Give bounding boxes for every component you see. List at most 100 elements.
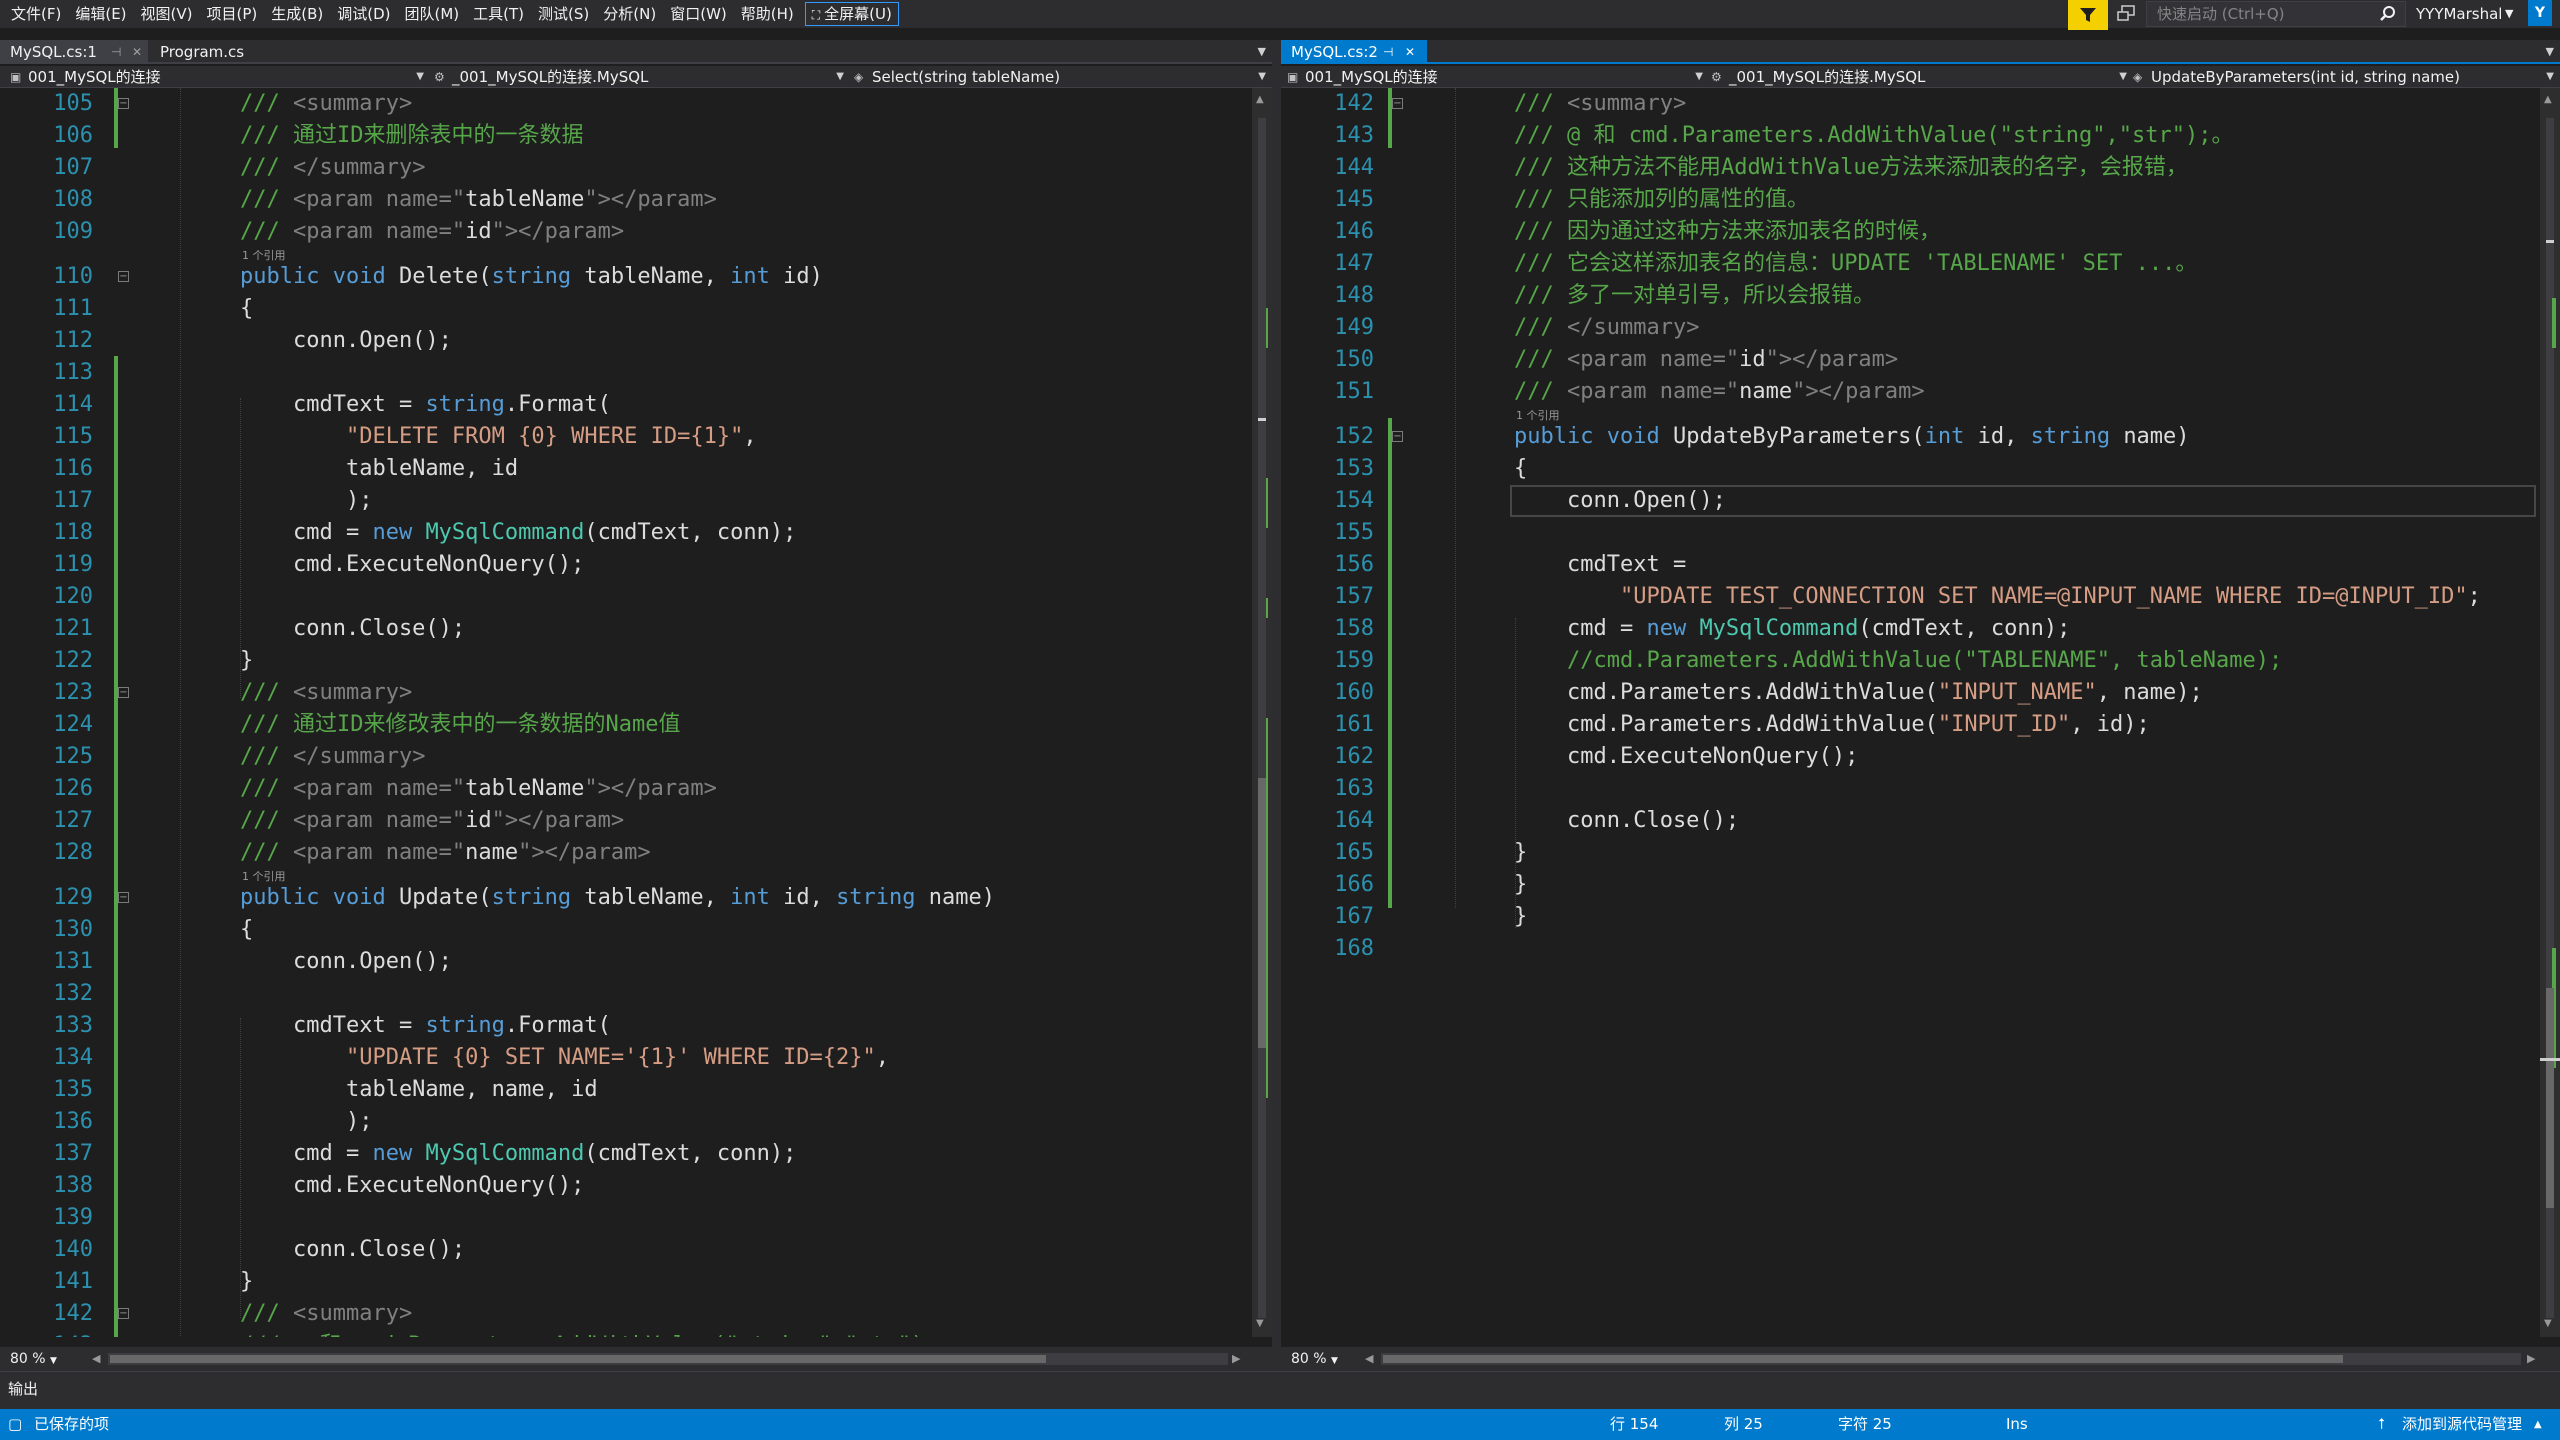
tab-overflow-icon[interactable]: ▼ — [1258, 40, 1266, 64]
code-line[interactable]: 112 conn.Open(); — [0, 325, 1252, 357]
project-dropdown[interactable]: ▣ 001_MySQL的连接 ▼ — [10, 66, 428, 88]
code-line[interactable]: 111 { — [0, 293, 1252, 325]
tab-mysql-cs-1[interactable]: MySQL.cs:1 ⊣ ✕ — [0, 40, 148, 64]
code-line[interactable]: 109 /// <param name="id"></param> — [0, 216, 1252, 248]
code-line[interactable]: 134 "UPDATE {0} SET NAME='{1}' WHERE ID=… — [0, 1042, 1252, 1074]
code-line[interactable]: 158 cmd = new MySqlCommand(cmdText, conn… — [1281, 613, 2540, 645]
code-line[interactable]: 160 cmd.Parameters.AddWithValue("INPUT_N… — [1281, 677, 2540, 709]
scroll-arrow-icon[interactable]: ◀ — [1365, 1347, 1373, 1371]
code-line[interactable]: 121 conn.Close(); — [0, 613, 1252, 645]
quick-launch-input[interactable]: 快速启动 (Ctrl+Q) — [2146, 1, 2406, 27]
menu-project[interactable]: 项目(P) — [200, 0, 265, 28]
code-line[interactable]: 142 /// <summary> − — [0, 1298, 1252, 1330]
code-line[interactable]: 165} — [1281, 837, 2540, 869]
menu-analyze[interactable]: 分析(N) — [596, 0, 663, 28]
code-line[interactable]: 117 ); — [0, 485, 1252, 517]
vertical-scrollbar-right[interactable]: ▲ ▼ — [2540, 88, 2560, 1337]
code-line[interactable]: 143 /// @ 和 cmd.Parameters.AddWithValue("… — [1281, 120, 2540, 152]
menu-edit[interactable]: 编辑(E) — [68, 0, 133, 28]
scroll-arrow-icon[interactable]: ▼ — [1256, 1318, 1264, 1329]
code-line[interactable]: 132 — [0, 978, 1252, 1010]
code-line[interactable]: 113 — [0, 357, 1252, 389]
code-line[interactable]: 106 /// 通过ID来删除表中的一条数据 — [0, 120, 1252, 152]
code-line[interactable]: 137 cmd = new MySqlCommand(cmdText, conn… — [0, 1138, 1252, 1170]
member-dropdown[interactable]: ◈ UpdateByParameters(int id, string name)… — [2133, 66, 2558, 88]
code-line[interactable]: 129 public void Update(string tableName, … — [0, 882, 1252, 914]
code-line[interactable]: 148 /// 多了一对单引号，所以会报错。 — [1281, 280, 2540, 312]
menu-window[interactable]: 窗口(W) — [663, 0, 734, 28]
code-line[interactable]: 122} — [0, 645, 1252, 677]
code-line[interactable]: 125 /// </summary> — [0, 741, 1252, 773]
fold-icon[interactable]: − — [118, 271, 129, 282]
code-line[interactable]: 108 /// <param name="tableName"></param> — [0, 184, 1252, 216]
horizontal-scroll-thumb[interactable] — [1383, 1355, 2343, 1363]
scroll-thumb[interactable] — [1258, 778, 1266, 1048]
project-dropdown[interactable]: ▣ 001_MySQL的连接 ▼ — [1287, 66, 1707, 88]
code-line[interactable]: 146 /// 因为通过这种方法来添加表名的时候， — [1281, 216, 2540, 248]
code-line[interactable]: 142 /// <summary> − — [1281, 88, 2540, 120]
type-dropdown[interactable]: ⚙ _001_MySQL的连接.MySQL ▼ — [434, 66, 848, 88]
code-line[interactable]: 151 /// <param name="name"></param> — [1281, 376, 2540, 408]
menu-team[interactable]: 团队(M) — [398, 0, 467, 28]
add-to-source-control[interactable]: 添加到源代码管理 — [2402, 1409, 2522, 1440]
fold-icon[interactable]: − — [118, 1308, 129, 1319]
code-line[interactable]: 136 ); — [0, 1106, 1252, 1138]
code-line[interactable]: 127 /// <param name="id"></param> — [0, 805, 1252, 837]
scroll-arrow-icon[interactable]: ▶ — [2527, 1347, 2535, 1371]
code-line[interactable]: 119 cmd.ExecuteNonQuery(); — [0, 549, 1252, 581]
close-icon[interactable]: ✕ — [1405, 40, 1415, 64]
user-dropdown-icon[interactable]: ▼ — [2505, 0, 2513, 28]
output-tab[interactable]: 输出 — [8, 1378, 38, 1399]
code-line[interactable]: 157 "UPDATE TEST_CONNECTION SET NAME=@IN… — [1281, 581, 2540, 613]
code-line[interactable]: 107 /// </summary> — [0, 152, 1252, 184]
menu-file[interactable]: 文件(F) — [4, 0, 68, 28]
code-line[interactable]: 130 { — [0, 914, 1252, 946]
code-line[interactable]: 150 /// <param name="id"></param> — [1281, 344, 2540, 376]
menu-test[interactable]: 测试(S) — [531, 0, 596, 28]
pane-splitter[interactable] — [1272, 40, 1281, 1371]
code-line[interactable]: 124 /// 通过ID来修改表中的一条数据的Name值 — [0, 709, 1252, 741]
scroll-arrow-icon[interactable]: ▼ — [2544, 1318, 2552, 1329]
code-line[interactable]: 120 — [0, 581, 1252, 613]
fullscreen-button[interactable]: ⛶ 全屏幕(U) — [804, 2, 899, 26]
code-line[interactable]: 135 tableName, name, id — [0, 1074, 1252, 1106]
chevron-up-icon[interactable]: ▲ — [2534, 1409, 2542, 1440]
code-line[interactable]: 155 — [1281, 517, 2540, 549]
code-line[interactable]: 167} — [1281, 901, 2540, 933]
code-line[interactable]: 161 cmd.Parameters.AddWithValue("INPUT_I… — [1281, 709, 2540, 741]
code-line[interactable]: 123 /// <summary> − — [0, 677, 1252, 709]
code-line[interactable]: 133 cmdText = string.Format( — [0, 1010, 1252, 1042]
code-line[interactable]: 153 { — [1281, 453, 2540, 485]
code-line[interactable]: 143 /// @ 和 cmd.Parameters.AddWithValue("… — [0, 1330, 1252, 1337]
scroll-arrow-icon[interactable]: ▲ — [2544, 94, 2552, 105]
code-line[interactable]: 145 /// 只能添加列的属性的值。 — [1281, 184, 2540, 216]
menu-debug[interactable]: 调试(D) — [330, 0, 397, 28]
code-editor-right[interactable]: 142 /// <summary> − 143 /// @ 和 cmd.Paramete… — [1281, 88, 2540, 1337]
tab-program-cs[interactable]: Program.cs — [150, 40, 260, 64]
code-editor-left[interactable]: 105/// <summary> −106/// 通过ID来删除表中的一条数据 10… — [0, 88, 1252, 1337]
code-line[interactable]: 118 cmd = new MySqlCommand(cmdText, conn… — [0, 517, 1252, 549]
filter-button[interactable] — [2068, 0, 2108, 30]
menu-tools[interactable]: 工具(T) — [466, 0, 531, 28]
code-line[interactable]: 168 — [1281, 933, 2540, 965]
feedback-button[interactable] — [2116, 4, 2140, 26]
code-line[interactable]: 147 /// 它会这样添加表名的信息：UPDATE 'TABLENAME' SE… — [1281, 248, 2540, 280]
zoom-level[interactable]: 80 % ▼ — [1291, 1347, 1338, 1373]
scroll-arrow-icon[interactable]: ◀ — [92, 1347, 100, 1371]
code-line[interactable]: 114 cmdText = string.Format( — [0, 389, 1252, 421]
code-line[interactable]: 138 cmd.ExecuteNonQuery(); — [0, 1170, 1252, 1202]
code-line[interactable]: 131 conn.Open(); — [0, 946, 1252, 978]
fold-icon[interactable]: − — [1392, 431, 1403, 442]
user-name[interactable]: YYYMarshal — [2416, 0, 2502, 28]
code-line[interactable]: 163 — [1281, 773, 2540, 805]
code-line[interactable]: 128 /// <param name="name"></param> — [0, 837, 1252, 869]
code-line[interactable]: 115 "DELETE FROM {0} WHERE ID={1}", — [0, 421, 1252, 453]
code-line[interactable]: 159 //cmd.Parameters.AddWithValue("TABLE… — [1281, 645, 2540, 677]
fold-icon[interactable]: − — [1392, 98, 1403, 109]
avatar[interactable]: Y — [2528, 0, 2552, 26]
code-line[interactable]: 154 conn.Open(); — [1281, 485, 2540, 517]
menu-help[interactable]: 帮助(H) — [734, 0, 801, 28]
scroll-arrow-icon[interactable]: ▶ — [1232, 1347, 1240, 1371]
code-line[interactable]: 140 conn.Close(); — [0, 1234, 1252, 1266]
code-line[interactable]: 139 — [0, 1202, 1252, 1234]
